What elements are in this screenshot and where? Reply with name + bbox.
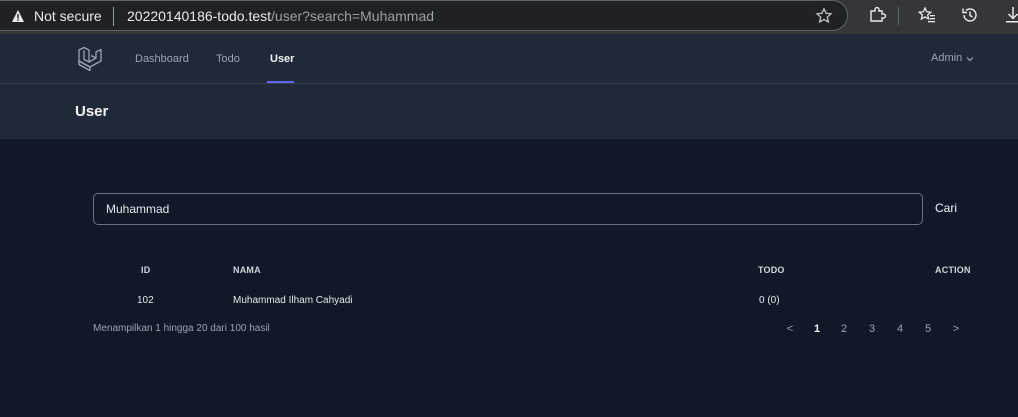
laravel-logo-icon[interactable] [77, 46, 103, 72]
address-divider [113, 7, 114, 26]
pagination-page-5[interactable]: 5 [920, 323, 936, 335]
column-header-action: ACTION [935, 265, 971, 275]
column-header-id: ID [141, 265, 151, 275]
cell-id: 102 [137, 295, 154, 306]
browser-toolbar: Not secure 20220140186-todo.test/user?se… [0, 0, 1018, 34]
nav-link-todo[interactable]: Todo [216, 53, 240, 65]
security-label[interactable]: Not secure [34, 8, 102, 24]
nav-link-user[interactable]: User [270, 53, 294, 65]
pagination-summary: Menampilkan 1 hingga 20 dari 100 hasil [93, 323, 270, 334]
cell-nama: Muhammad Ilham Cahyadi [233, 295, 353, 306]
address-bar[interactable]: Not secure 20220140186-todo.test/user?se… [0, 0, 848, 31]
downloads-icon[interactable] [1003, 5, 1018, 25]
user-menu-label[interactable]: Admin [931, 52, 962, 64]
pagination-prev-button[interactable]: < [782, 323, 798, 335]
warning-icon [12, 10, 24, 22]
extensions-icon[interactable] [867, 5, 887, 25]
history-icon[interactable] [960, 5, 980, 25]
toolbar-divider [898, 7, 899, 25]
search-button[interactable]: Cari [935, 201, 957, 215]
url-host: 20220140186-todo.test [127, 8, 272, 24]
bookmark-star-icon[interactable] [815, 7, 833, 25]
chevron-down-icon[interactable] [966, 56, 974, 62]
pagination-page-2[interactable]: 2 [836, 323, 852, 335]
active-nav-indicator [267, 81, 294, 83]
column-header-nama: NAMA [233, 265, 261, 275]
pagination-page-4[interactable]: 4 [892, 323, 908, 335]
page-header: User [0, 84, 1018, 139]
column-header-todo: TODO [758, 265, 785, 275]
favorites-icon[interactable] [917, 5, 937, 25]
pagination-next-button[interactable]: > [948, 323, 964, 335]
page-title: User [75, 103, 109, 120]
pagination-page-3[interactable]: 3 [864, 323, 880, 335]
search-input[interactable] [93, 193, 923, 225]
top-navigation: Dashboard Todo User Admin [0, 34, 1018, 84]
pagination-page-1[interactable]: 1 [809, 323, 825, 335]
url-path: /user?search=Muhammad [271, 8, 435, 24]
nav-link-dashboard[interactable]: Dashboard [135, 53, 189, 65]
cell-todo: 0 (0) [759, 295, 780, 306]
url-text[interactable]: 20220140186-todo.test/user?search=Muhamm… [127, 8, 434, 24]
